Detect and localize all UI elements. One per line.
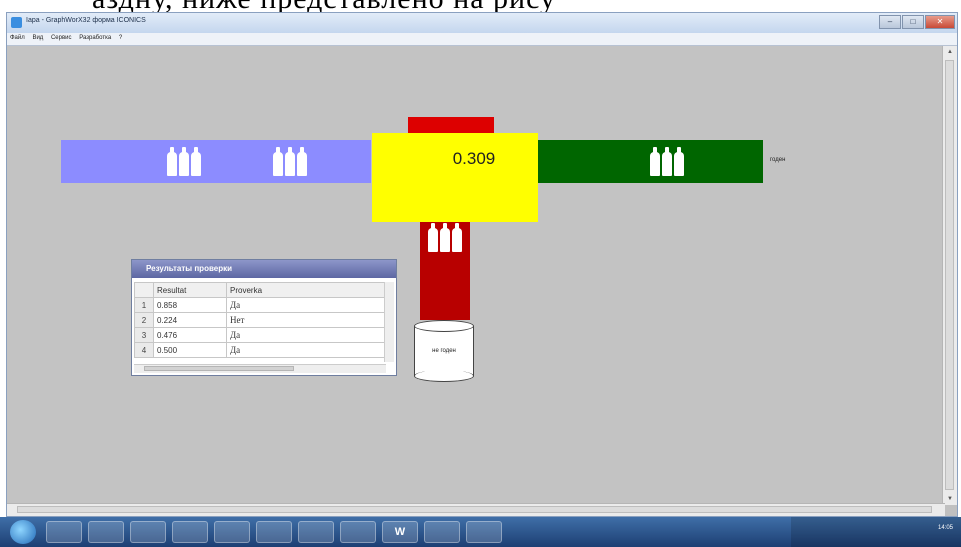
app-icon[interactable]: [256, 521, 292, 543]
results-table: Resultat Proverka 1 0.858 Да 2 0.224 Нет…: [134, 282, 386, 358]
reject-chute: [420, 222, 470, 320]
output-conveyor: [537, 140, 763, 183]
check-cell[interactable]: Да: [226, 297, 386, 313]
viber-icon[interactable]: [214, 521, 250, 543]
results-scroll-thumb[interactable]: [144, 366, 294, 371]
folder-icon[interactable]: [340, 521, 376, 543]
ie-icon[interactable]: [46, 521, 82, 543]
system-tray: 14:05: [791, 517, 961, 547]
check-cell[interactable]: Да: [226, 342, 386, 358]
excel-icon[interactable]: [424, 521, 460, 543]
firefox-icon[interactable]: [88, 521, 124, 543]
reject-bin-label: не годен: [432, 348, 456, 354]
menu-help[interactable]: ?: [116, 33, 125, 41]
row-number[interactable]: 1: [134, 297, 154, 313]
table-row[interactable]: 2 0.224 Нет: [134, 312, 386, 328]
column-header: [134, 282, 154, 298]
scroll-up-icon[interactable]: ▲: [943, 46, 957, 58]
input-conveyor: [61, 140, 371, 183]
results-title: Результаты проверки: [132, 260, 396, 278]
good-label: годен: [770, 157, 786, 163]
bottles-icon: [650, 146, 684, 176]
start-button[interactable]: [10, 520, 36, 544]
results-vertical-scrollbar[interactable]: [384, 282, 394, 362]
result-cell[interactable]: 0.224: [153, 312, 227, 328]
row-number[interactable]: 2: [134, 312, 154, 328]
column-header[interactable]: Proverka: [226, 282, 386, 298]
minimize-button[interactable]: –: [879, 15, 901, 29]
result-cell[interactable]: 0.500: [153, 342, 227, 358]
table-row[interactable]: 1 0.858 Да: [134, 297, 386, 313]
check-cell[interactable]: Да: [226, 327, 386, 343]
window-controls: – □ ✕: [879, 15, 955, 30]
skype-icon[interactable]: [130, 521, 166, 543]
vertical-scrollbar[interactable]: ▲ ▼: [942, 46, 957, 505]
check-cell[interactable]: Нет: [226, 312, 386, 328]
bottles-icon: [273, 146, 307, 176]
app-icon[interactable]: [172, 521, 208, 543]
table-row[interactable]: 3 0.476 Да: [134, 327, 386, 343]
title-bar: Iара - GraphWorX32 форма ICONICS – □ ✕: [7, 13, 957, 33]
window-title: Iара - GraphWorX32 форма ICONICS: [26, 17, 146, 24]
reject-bin: не годен: [414, 320, 474, 382]
menu-view[interactable]: Вид: [29, 33, 46, 41]
horizontal-scroll-thumb[interactable]: [17, 506, 932, 513]
measurement-display: 0.309: [372, 133, 538, 222]
table-row[interactable]: 4 0.500 Да: [134, 342, 386, 358]
measurement-value: 0.309: [452, 149, 496, 168]
app-icon: [11, 17, 22, 28]
horizontal-scrollbar[interactable]: [7, 503, 945, 516]
menu-file[interactable]: Файл: [7, 33, 28, 41]
table-header-row: Resultat Proverka: [134, 282, 386, 298]
word-icon[interactable]: W: [382, 521, 418, 543]
column-header[interactable]: Resultat: [153, 282, 227, 298]
app-icon[interactable]: [298, 521, 334, 543]
bottles-icon: [428, 222, 462, 252]
row-number[interactable]: 3: [134, 327, 154, 343]
calc-icon[interactable]: [466, 521, 502, 543]
result-cell[interactable]: 0.476: [153, 327, 227, 343]
menu-bar: Файл Вид Сервис Разработка ?: [7, 33, 957, 46]
results-horizontal-scrollbar[interactable]: [134, 364, 386, 373]
results-window: Результаты проверки Resultat Proverka 1 …: [131, 259, 397, 376]
taskbar: W 14:05: [0, 517, 961, 547]
scroll-down-icon[interactable]: ▼: [943, 493, 957, 505]
menu-develop[interactable]: Разработка: [76, 33, 114, 41]
clock[interactable]: 14:05: [938, 524, 953, 532]
result-cell[interactable]: 0.858: [153, 297, 227, 313]
bottles-icon: [167, 146, 201, 176]
maximize-button[interactable]: □: [902, 15, 924, 29]
row-number[interactable]: 4: [134, 342, 154, 358]
vertical-scroll-thumb[interactable]: [945, 60, 954, 490]
close-button[interactable]: ✕: [925, 15, 955, 29]
menu-service[interactable]: Сервис: [48, 33, 75, 41]
